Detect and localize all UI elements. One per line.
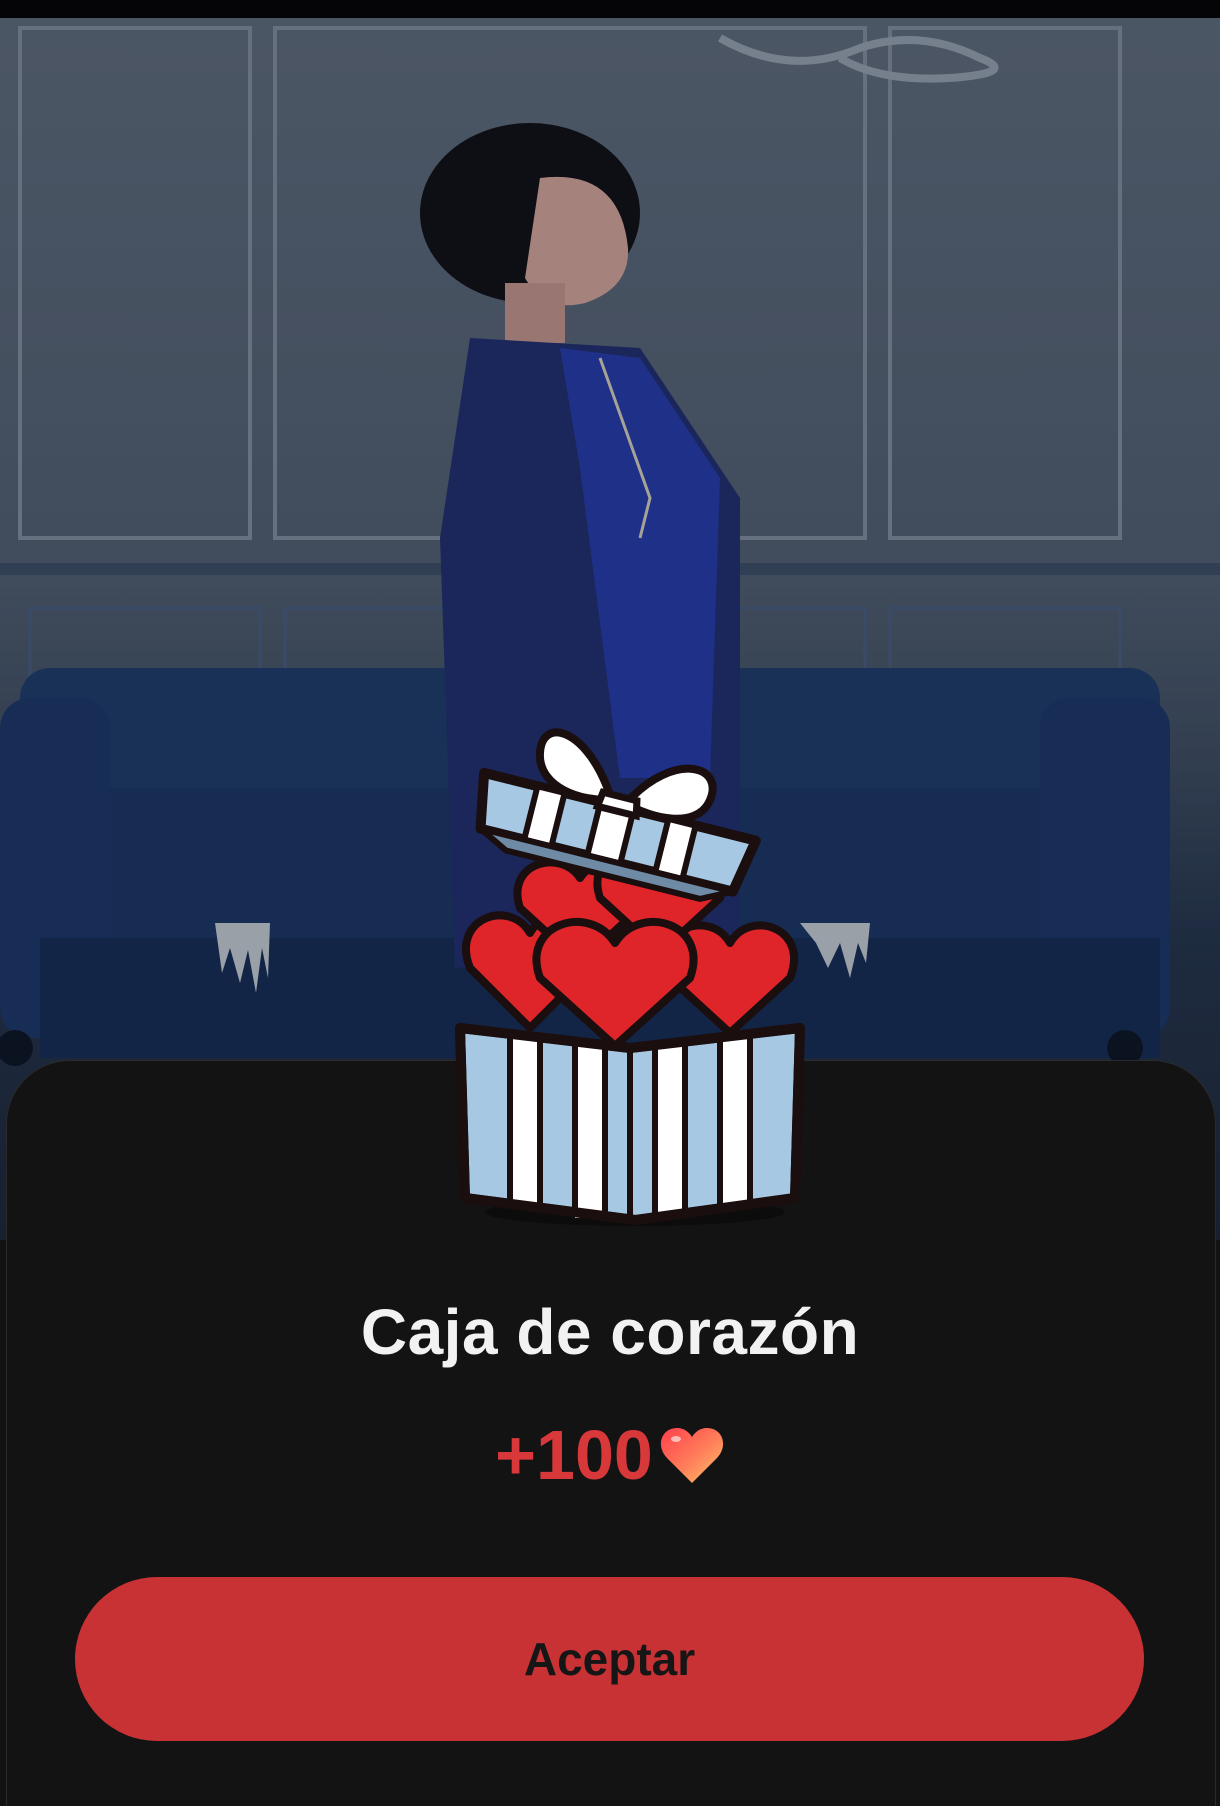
- reward-amount-row: +100: [0, 1415, 1220, 1495]
- reward-screen: Caja de corazón +100 Aceptar: [0, 0, 1220, 1806]
- status-bar: [0, 0, 1220, 18]
- heart-icon: [660, 1428, 723, 1483]
- gift-box-with-hearts-icon: [455, 728, 805, 1226]
- reward-title: Caja de corazón: [360, 1296, 860, 1368]
- reward-amount: +100: [495, 1416, 653, 1494]
- accept-button[interactable]: Aceptar: [75, 1577, 1144, 1741]
